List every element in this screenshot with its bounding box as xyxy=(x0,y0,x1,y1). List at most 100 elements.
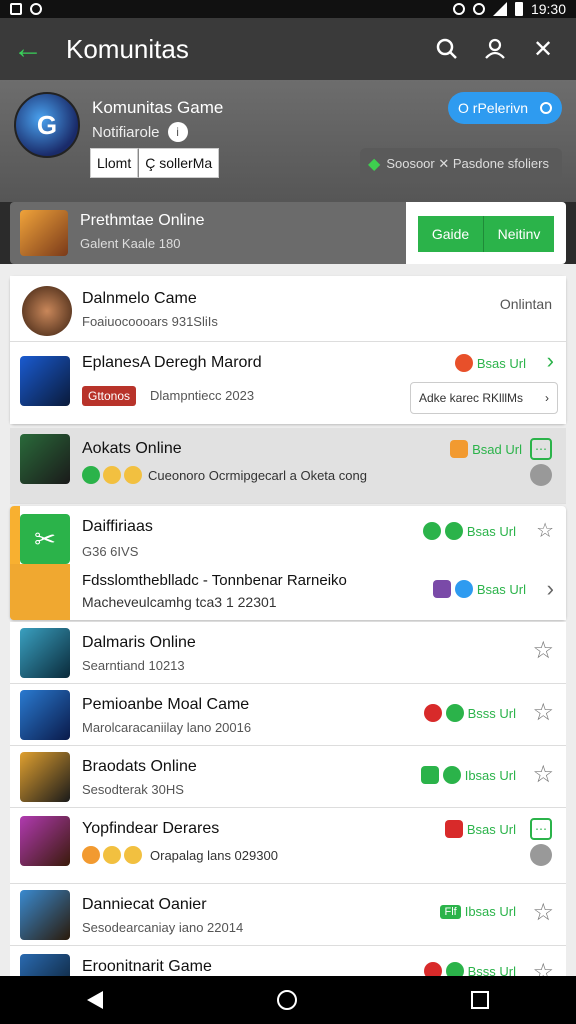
item-subtitle: Sesodterak 30HS xyxy=(82,782,184,797)
chevron-right-icon[interactable]: › xyxy=(547,348,554,374)
system-nav-bar xyxy=(0,976,576,1024)
badge-icon xyxy=(445,962,464,976)
back-arrow-icon[interactable]: ← xyxy=(0,18,56,80)
featured-subtitle: Galent Kaale 180 xyxy=(80,236,181,251)
item-title: EplanesA Deregh Marord xyxy=(82,354,262,371)
chevron-right-icon: › xyxy=(545,391,549,405)
star-icon[interactable]: ☆ xyxy=(532,760,554,789)
badge-icon xyxy=(420,766,439,784)
list-item[interactable]: Yopfindear Derares Orapalag lans 029300 … xyxy=(10,808,566,884)
location-pin-icon[interactable] xyxy=(530,464,552,486)
info-icon[interactable]: i xyxy=(167,122,188,142)
search-icon[interactable] xyxy=(432,34,462,64)
emoji-icon xyxy=(124,846,142,864)
game-thumbnail xyxy=(20,434,70,484)
item-subtitle: G36 6IVS xyxy=(82,544,139,559)
action-button[interactable]: Adke karec RKlllMs › xyxy=(410,382,558,414)
item-subtitle: Orapalag lans 029300 xyxy=(150,848,278,863)
game-thumbnail xyxy=(20,690,70,740)
star-icon[interactable]: ☆ xyxy=(532,698,554,727)
item-subtitle: Marolcaracaniilay lano 20016 xyxy=(82,720,252,735)
emoji-icon xyxy=(103,846,121,864)
item-subtitle: Foaiuocoooars 931SliIs xyxy=(82,314,218,329)
battery-icon xyxy=(514,2,523,16)
url-badge: Bsas Url xyxy=(444,820,516,838)
list-item[interactable]: ✂ Daiffiriaas G36 6IVS Bsas Url ☆ xyxy=(10,506,566,564)
chat-icon[interactable]: ⋯ xyxy=(530,818,552,840)
list-item[interactable]: Braodats Online Sesodterak 30HS Ibsas Ur… xyxy=(10,746,566,808)
featured-thumbnail xyxy=(20,210,68,256)
item-subtitle: Searntiand 10213 xyxy=(82,658,185,673)
list-item[interactable]: Fdsslomtheblladc - Tonnbenar Rarneiko Ma… xyxy=(70,564,566,620)
badge-icon xyxy=(423,704,442,722)
user-icon[interactable] xyxy=(480,34,510,64)
list-item[interactable]: Aokats Online Cueonoro Ocrmipgecarl a Ok… xyxy=(10,428,566,504)
wifi-icon xyxy=(472,3,485,15)
featured-actions: Gaide Neitinv xyxy=(406,202,566,264)
badge-icon xyxy=(442,766,461,784)
badge-icon xyxy=(444,522,463,540)
featured-row[interactable]: Prethmtae Online Galent Kaale 180 Gaide … xyxy=(10,202,566,264)
close-icon[interactable]: ✕ xyxy=(528,34,558,64)
community-title: Komunitas Game xyxy=(92,98,224,117)
list-item[interactable]: Dalmaris Online Searntiand 10213 ☆ xyxy=(10,622,566,684)
avatar xyxy=(22,286,72,336)
alarm-icon xyxy=(452,3,465,15)
status-chip[interactable]: ◆ Soosoor ✕ Pasdone sfoliers xyxy=(360,148,562,180)
item-title: Aokats Online xyxy=(82,440,182,457)
clock: 19:30 xyxy=(530,1,566,17)
check-icon xyxy=(82,466,100,484)
status-bar: 19:30 xyxy=(0,0,576,18)
game-thumbnail xyxy=(20,954,70,976)
tag-badge: Gttonos xyxy=(82,386,137,406)
nav-home-icon[interactable] xyxy=(277,990,297,1010)
star-icon[interactable]: ☆ xyxy=(532,636,554,665)
reaction-icons xyxy=(82,846,142,864)
star-icon[interactable]: ☆ xyxy=(532,898,554,927)
item-title: Dalnmelo Came xyxy=(82,290,197,307)
chat-icon[interactable]: ⋯ xyxy=(530,438,552,460)
list-item[interactable]: Dalnmelo Came Foaiuocoooars 931SliIs Onl… xyxy=(10,276,566,342)
badge-icon xyxy=(423,962,442,976)
community-header: G Komunitas Game Notifiarole i Llomt Ç s… xyxy=(0,80,576,202)
header-button-1[interactable]: Llomt xyxy=(90,148,139,178)
item-title: Daiffiriaas xyxy=(82,518,153,535)
notification-icon xyxy=(10,3,22,15)
url-badge: Ibsas Url xyxy=(420,766,516,784)
list-item[interactable]: EplanesA Deregh Marord Gttonos Dlampntie… xyxy=(10,342,566,424)
guide-button[interactable]: Gaide xyxy=(418,216,484,252)
item-title: Braodats Online xyxy=(82,758,197,775)
list-item[interactable]: Pemioanbe Moal Came Marolcaracaniilay la… xyxy=(10,684,566,746)
url-badge: Bsas Url xyxy=(422,522,516,540)
badge-icon xyxy=(454,580,473,598)
item-title: Yopfindear Derares xyxy=(82,820,220,837)
badge-icon xyxy=(454,354,473,372)
page-title: Komunitas xyxy=(66,33,189,64)
share-arrow-icon[interactable]: ☆ xyxy=(536,518,554,543)
chevron-right-icon[interactable]: › xyxy=(547,576,554,602)
star-icon[interactable]: ☆ xyxy=(532,958,554,976)
badge-icon xyxy=(422,522,441,540)
tag-badge: Flf xyxy=(440,904,461,919)
url-badge: Bsas Url xyxy=(454,354,526,372)
item-title: Pemioanbe Moal Came xyxy=(82,696,250,713)
location-pin-icon[interactable] xyxy=(530,844,552,866)
header-button-2[interactable]: Ç sollerMa xyxy=(138,148,220,178)
item-title: Danniecat Oanier xyxy=(82,896,207,913)
featured-title: Prethmtae Online xyxy=(80,212,205,229)
nav-recents-icon[interactable] xyxy=(471,991,489,1009)
pill-arrow-icon xyxy=(540,102,552,114)
url-badge: Bsad Url xyxy=(450,440,522,458)
nav-back-icon[interactable] xyxy=(87,991,103,1009)
badge-icon xyxy=(444,820,463,838)
online-button[interactable]: Neitinv xyxy=(484,216,554,252)
list-item[interactable]: Eroonitnarit Game Bsss Url ☆ xyxy=(10,946,566,976)
item-subtitle: Sesodearcaniay iano 22014 xyxy=(82,920,244,935)
list-item[interactable]: Danniecat Oanier Sesodearcaniay iano 220… xyxy=(10,884,566,946)
game-thumbnail xyxy=(20,628,70,678)
badge-icon xyxy=(450,440,469,458)
header-button-group: Llomt Ç sollerMa xyxy=(90,148,220,178)
join-pill-button[interactable]: O rPelerivn xyxy=(448,92,562,124)
game-thumbnail xyxy=(20,890,70,940)
game-thumbnail xyxy=(20,356,70,406)
